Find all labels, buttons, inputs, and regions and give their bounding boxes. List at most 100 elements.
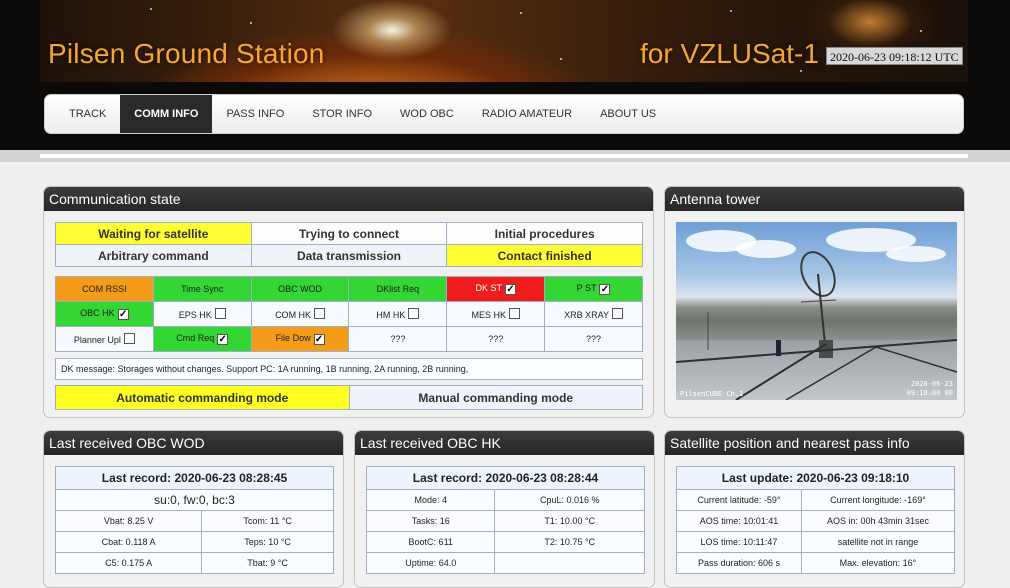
current-longitude: Current longitude: -169° (800, 489, 956, 511)
main-nav: TRACK COMM INFO PASS INFO STOR INFO WOD OBC R… (44, 94, 964, 134)
manual-mode[interactable]: Manual commanding mode (348, 385, 643, 410)
flag--: ??? (446, 326, 546, 352)
flag-eps-hk: EPS HK (152, 301, 252, 327)
flag-cmd-req: Cmd Req ✓ (152, 326, 252, 352)
flag-checkbox[interactable]: ✓ (117, 309, 129, 320)
current-latitude: Current latitude: -59° (676, 489, 802, 511)
satellite-position-panel: Satellite position and nearest pass info… (664, 430, 965, 588)
flag-com-hk: COM HK (250, 301, 350, 327)
flag-checkbox[interactable] (123, 333, 135, 344)
wod-tcom: Tcom: 11 °C (201, 510, 334, 532)
camera-caption: PilsenCUBE Ch.1 (680, 390, 744, 398)
flag-checkbox[interactable] (612, 308, 623, 319)
nav-about-us[interactable]: ABOUT US (586, 95, 670, 133)
flag-label: COM RSSI (82, 284, 127, 294)
flag-checkbox[interactable] (214, 308, 226, 319)
camera-time: 09:18:00 00 (906, 389, 953, 397)
flag-file-dow: File Dow ✓ (250, 326, 350, 352)
nav-pass-info[interactable]: PASS INFO (212, 95, 298, 133)
position-table: Last update: 2020-06-23 09:18:10 Current… (676, 466, 956, 574)
flag-label: Cmd Req (176, 333, 215, 343)
flag-mes-hk: MES HK (446, 301, 546, 327)
automatic-mode[interactable]: Automatic commanding mode (55, 385, 350, 410)
state-initial-procedures: Initial procedures (446, 222, 643, 245)
hk-t2: T2: 10.75 °C (494, 531, 645, 553)
nav-stor-info[interactable]: STOR INFO (298, 95, 386, 133)
flag-checkbox[interactable] (408, 308, 420, 319)
flag-checkbox[interactable]: ✓ (504, 284, 516, 295)
panel-title: Last received OBC WOD (44, 431, 343, 455)
wod-tbat: Tbat: 9 °C (201, 552, 334, 574)
flag-checkbox[interactable] (314, 308, 326, 319)
los-time: LOS time: 10:11:47 (676, 531, 802, 553)
flag-planner-upl: Planner Upl (55, 326, 154, 352)
page-header: Pilsen Ground Station for VZLUSat-1 2020… (0, 0, 1010, 150)
modes-table: Automatic commanding mode Manual command… (55, 385, 643, 410)
flag-label: OBC WOD (278, 284, 323, 294)
camera-date: 2020-06-23 (910, 380, 953, 388)
flag-checkbox[interactable]: ✓ (217, 334, 229, 345)
hk-table: Last record: 2020-06-23 08:28:44 Mode: 4… (365, 466, 645, 574)
pass-duration: Pass duration: 606 s (676, 552, 802, 574)
flag--: ??? (348, 326, 448, 352)
flag-label: EPS HK (178, 310, 212, 320)
flag-label: COM HK (275, 310, 312, 320)
state-waiting-for-satellite: Waiting for satellite (55, 222, 252, 245)
flag-dk-st: DK ST ✓ (446, 276, 546, 302)
flag-label: Time Sync (181, 284, 224, 294)
wod-vbat: Vbat: 8.25 V (54, 510, 203, 532)
max-elevation: Max. elevation: 16° (800, 552, 956, 574)
nav-wod-obc[interactable]: WOD OBC (386, 95, 468, 133)
panel-title: Last received OBC HK (355, 431, 654, 455)
flag-xrb-xray: XRB XRAY (544, 301, 643, 327)
state-contact-finished: Contact finished (446, 244, 643, 267)
antenna-camera-image: PilsenCUBE Ch.1 2020-06-23 09:18:00 00 (676, 222, 957, 400)
flag-p-st: P ST ✓ (544, 276, 643, 302)
flag-checkbox[interactable]: ✓ (599, 284, 611, 295)
wod-status: su:0, fw:0, bc:3 (55, 489, 334, 511)
nav-radio-amateur[interactable]: RADIO AMATEUR (468, 95, 586, 133)
flags-table: COM RSSI Time Sync OBC WOD DKlist Req DK ST ✓… (55, 276, 643, 352)
flag-label: DK ST (475, 283, 502, 293)
header-divider (0, 150, 1010, 162)
utc-clock: 2020-06-23 09:18:12 UTC (826, 47, 963, 65)
hk-bootc: BootC: 611 (365, 531, 496, 553)
panel-title: Antenna tower (665, 187, 964, 211)
state-data-transmission: Data transmission (250, 244, 448, 267)
flag-label: OBC HK (80, 308, 115, 318)
state-trying-to-connect: Trying to connect (250, 222, 448, 245)
flag-obc-wod: OBC WOD (250, 276, 350, 302)
flag-label: P ST (576, 283, 597, 293)
nav-comm-info[interactable]: COMM INFO (120, 95, 213, 133)
communication-state-panel: Communication state Waiting for satellit… (43, 186, 654, 418)
banner: Pilsen Ground Station for VZLUSat-1 2020… (40, 0, 968, 82)
flag-com-rssi: COM RSSI (55, 276, 154, 302)
flag-label: DKlist Req (376, 284, 420, 294)
flag-label: ??? (586, 334, 602, 344)
obc-hk-panel: Last received OBC HK Last record: 2020-0… (354, 430, 655, 588)
hk-t1: T1: 10.00 °C (494, 510, 645, 532)
flag-hm-hk: HM HK (348, 301, 448, 327)
flag-label: ??? (488, 334, 504, 344)
panel-title: Communication state (44, 187, 653, 211)
flag-label: HM HK (376, 310, 406, 320)
position-last-update: Last update: 2020-06-23 09:18:10 (676, 466, 955, 490)
wod-cbat: Cbat: 0.118 A (54, 531, 203, 553)
obc-wod-panel: Last received OBC WOD Last record: 2020-… (43, 430, 344, 588)
satellite-title: for VZLUSat-1 (640, 38, 819, 69)
flag-time-sync: Time Sync (152, 276, 252, 302)
flag-obc-hk: OBC HK ✓ (55, 301, 154, 327)
flag-checkbox[interactable]: ✓ (313, 334, 325, 345)
station-title: Pilsen Ground Station (48, 38, 325, 69)
flag-label: ??? (390, 334, 406, 344)
nav-track[interactable]: TRACK (55, 95, 120, 133)
flag-label: File Dow (275, 333, 311, 343)
hk-empty (494, 552, 645, 574)
wod-c5: C5: 0.175 A (54, 552, 203, 574)
flag-label: XRB XRAY (564, 310, 609, 320)
hk-tasks: Tasks: 16 (365, 510, 496, 532)
wod-last-record: Last record: 2020-06-23 08:28:45 (55, 466, 334, 490)
aos-time: AOS time: 10:01:41 (676, 510, 802, 532)
flag-checkbox[interactable] (508, 308, 520, 319)
flag-dklist-req: DKlist Req (348, 276, 448, 302)
